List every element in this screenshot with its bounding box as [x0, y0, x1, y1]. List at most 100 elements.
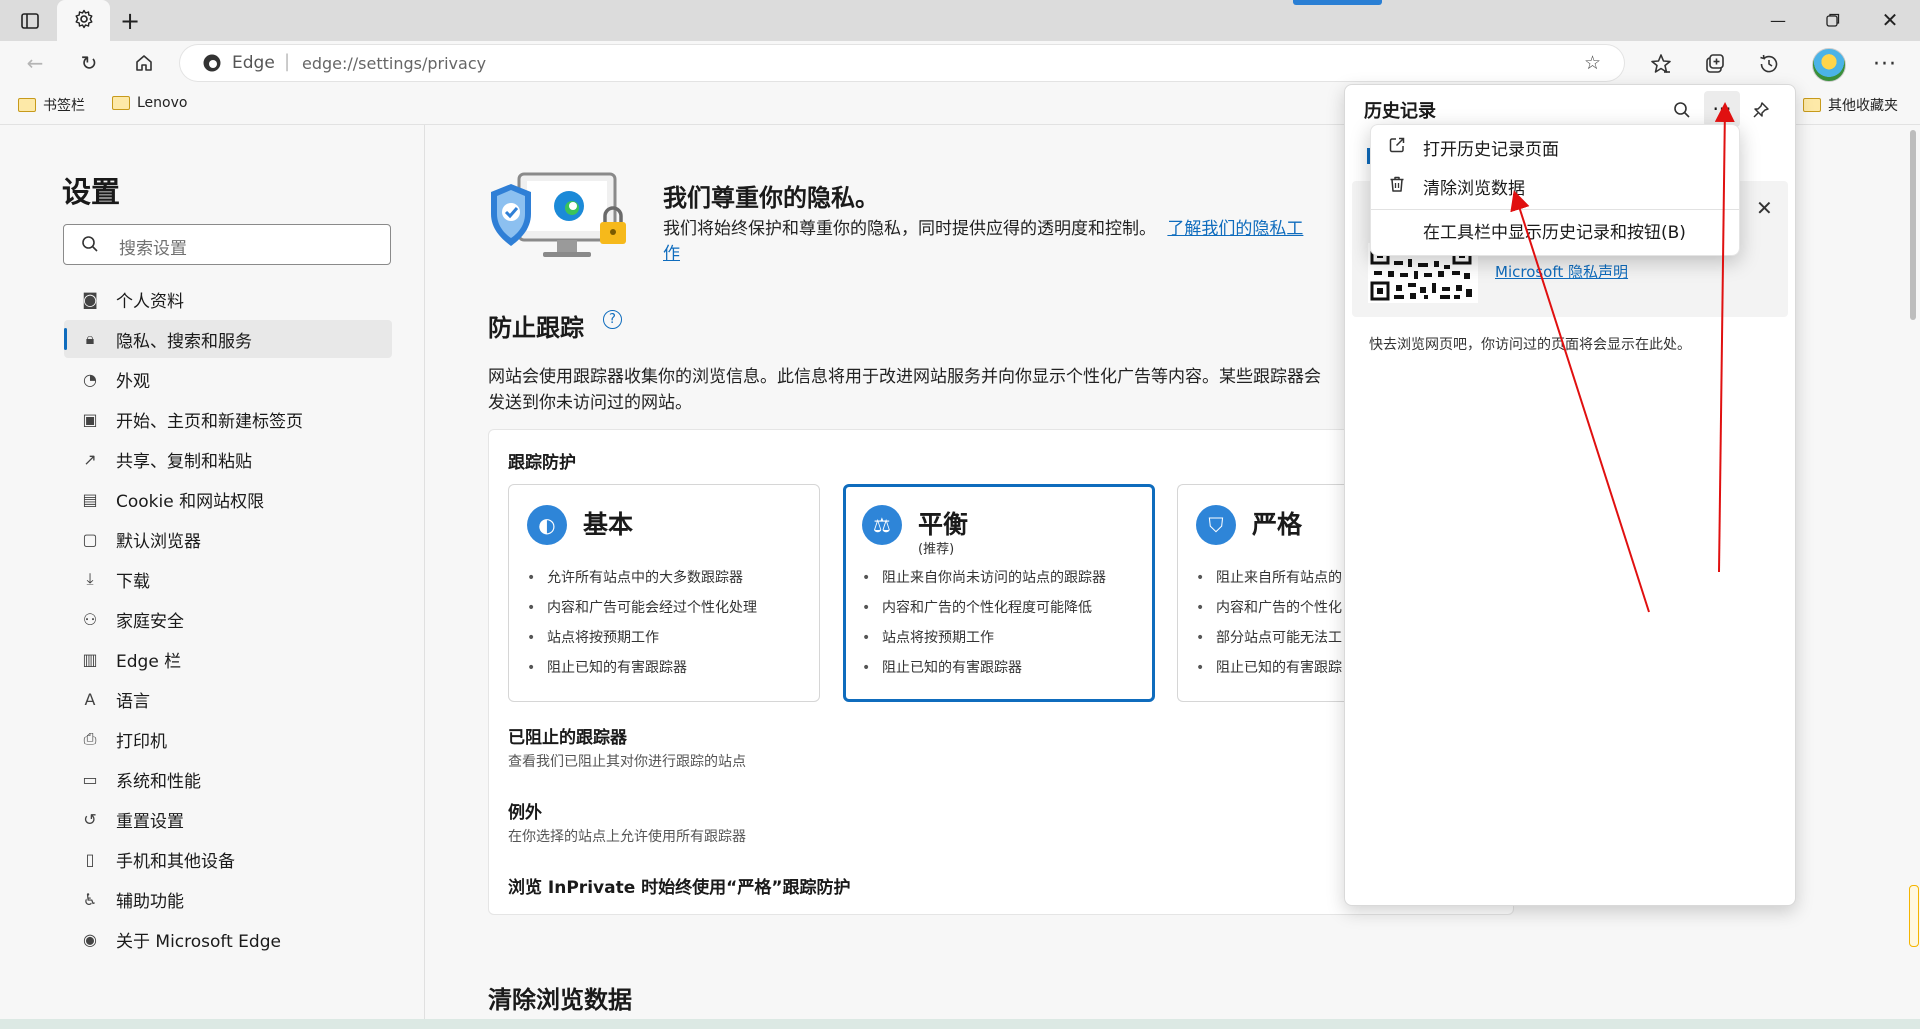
favorites-icon[interactable]	[1643, 46, 1679, 82]
new-tab-icon[interactable]: +	[114, 6, 146, 36]
gear-icon	[74, 9, 94, 33]
privacy-description: 我们将始终保护和尊重你的隐私，同时提供应得的透明度和控制。 了解我们的隐私工	[663, 214, 1303, 239]
sidebar-item-system[interactable]: ▭ 系统和性能	[64, 760, 392, 798]
sidebar-item-reset[interactable]: ↺ 重置设置	[64, 800, 392, 838]
sidebar-item-label: Edge 栏	[116, 651, 182, 672]
sidebar-item-label: 辅助功能	[116, 891, 184, 912]
sidebar-item-start-home[interactable]: ▣ 开始、主页和新建标签页	[64, 400, 392, 438]
sidebar-item-label: 重置设置	[116, 811, 184, 832]
phone-icon: ▯	[85, 849, 95, 869]
sidebar-item-share[interactable]: ↗ 共享、复制和粘贴	[64, 440, 392, 478]
basic-mode-icon: ◐	[527, 505, 567, 545]
mode-bullet: 内容和广告可能会经过个性化处理	[527, 593, 757, 623]
bookmark-other-favorites[interactable]: 其他收藏夹	[1803, 95, 1898, 115]
sidebar-item-label: 个人资料	[116, 291, 184, 312]
menu-open-history-page[interactable]: 打开历史记录页面	[1371, 128, 1739, 166]
edge-logo-icon: ◉	[83, 929, 97, 949]
profile-icon: ◙	[82, 289, 98, 309]
tracking-desc-line1: 网站会使用跟踪器收集你的浏览信息。此信息将用于改进网站服务并向你显示个性化广告等…	[488, 367, 1321, 387]
home-icon[interactable]	[126, 45, 162, 81]
address-url[interactable]: edge://settings/privacy	[302, 54, 486, 73]
sidebar-item-printers[interactable]: ⎙ 打印机	[64, 720, 392, 758]
language-icon: A	[84, 689, 96, 709]
privacy-desc-text: 我们将始终保护和尊重你的隐私，同时提供应得的透明度和控制。	[663, 219, 1156, 239]
restore-icon[interactable]	[1810, 4, 1856, 36]
bookmark-folder-bookmarks[interactable]: 书签栏	[18, 95, 85, 115]
sidebar-item-about[interactable]: ◉ 关于 Microsoft Edge	[64, 920, 392, 958]
blocked-trackers-title[interactable]: 已阻止的跟踪器	[508, 723, 627, 748]
avatar[interactable]	[1812, 48, 1846, 82]
tracking-mode-basic[interactable]: ◐ 基本 允许所有站点中的大多数跟踪器 内容和广告可能会经过个性化处理 站点将按…	[508, 484, 820, 702]
blocked-trackers-desc: 查看我们已阻止其对你进行跟踪的站点	[508, 754, 746, 770]
accessibility-icon: ♿︎	[82, 889, 98, 909]
sidebar-item-appearance[interactable]: ◔ 外观	[64, 360, 392, 398]
history-empty-text: 快去浏览网页吧，你访问过的页面将会显示在此处。	[1369, 337, 1691, 353]
privacy-statement-link[interactable]: Microsoft 隐私声明	[1495, 261, 1628, 282]
sidebar-item-label: 系统和性能	[116, 771, 201, 792]
menu-show-history-button[interactable]: 在工具栏中显示历史记录和按钮(B)	[1371, 211, 1739, 249]
address-bar[interactable]: Edge | edge://settings/privacy ☆	[180, 45, 1624, 81]
side-widget[interactable]	[1909, 885, 1919, 947]
sidebar-item-phone[interactable]: ▯ 手机和其他设备	[64, 840, 392, 878]
sidebar-item-cookies[interactable]: ▤ Cookie 和网站权限	[64, 480, 392, 518]
sidebar-item-languages[interactable]: A 语言	[64, 680, 392, 718]
collections-icon[interactable]	[1697, 46, 1733, 82]
settings-title: 设置	[62, 175, 121, 209]
history-search-icon[interactable]	[1666, 94, 1698, 126]
sidebar-item-accessibility[interactable]: ♿︎ 辅助功能	[64, 880, 392, 918]
shield-icon: ⛉	[1196, 505, 1236, 545]
tab-settings[interactable]	[57, 0, 110, 41]
folder-icon	[18, 98, 36, 112]
mode-title: 平衡	[918, 510, 969, 539]
tracking-heading: 防止跟踪	[488, 314, 584, 342]
tracking-mode-strict[interactable]: ⛉ 严格 阻止来自所有站点的 内容和广告的个性化 部分站点可能无法工 阻止已知的…	[1177, 484, 1347, 702]
sidebar-item-family[interactable]: ⚇ 家庭安全	[64, 600, 392, 638]
help-icon[interactable]: ?	[603, 310, 622, 329]
edge-bar-icon: ▥	[82, 649, 98, 669]
history-title: 历史记录	[1364, 101, 1436, 122]
history-more-menu: 打开历史记录页面 清除浏览数据 在工具栏中显示历史记录和按钮(B)	[1370, 124, 1740, 256]
folder-icon	[112, 96, 130, 110]
mode-bullet: 允许所有站点中的大多数跟踪器	[527, 563, 757, 593]
sidebar-item-default-browser[interactable]: ▢ 默认浏览器	[64, 520, 392, 558]
sidebar-item-label: 外观	[116, 371, 150, 392]
menu-divider	[1371, 209, 1739, 210]
sidebar-item-profile[interactable]: ◙ 个人资料	[64, 280, 392, 318]
more-options-icon[interactable]: ···	[1867, 46, 1903, 82]
tab-actions-icon[interactable]	[14, 6, 46, 36]
sidebar-item-label: Cookie 和网站权限	[116, 491, 265, 512]
privacy-learn-more-link-cont[interactable]: 作	[663, 239, 680, 264]
back-icon[interactable]: ←	[17, 45, 53, 81]
address-separator: |	[284, 51, 291, 72]
minimize-icon[interactable]: —	[1755, 4, 1801, 36]
reset-icon: ↺	[83, 809, 97, 829]
sidebar-item-label: 隐私、搜索和服务	[116, 331, 252, 352]
mode-title: 严格	[1252, 510, 1303, 539]
add-favorite-icon[interactable]: ☆	[1584, 52, 1601, 74]
menu-clear-browsing-data[interactable]: 清除浏览数据	[1371, 167, 1739, 205]
sidebar-item-downloads[interactable]: ⤓ 下载	[64, 560, 392, 598]
refresh-icon[interactable]: ↻	[71, 45, 107, 81]
edge-logo-icon	[202, 53, 222, 77]
mode-bullet: 站点将按预期工作	[862, 623, 1106, 653]
mode-bullets: 阻止来自你尚未访问的站点的跟踪器 内容和广告的个性化程度可能降低 站点将按预期工…	[862, 563, 1106, 683]
history-icon[interactable]	[1751, 46, 1787, 82]
sidebar-item-privacy[interactable]: 🔒︎ 隐私、搜索和服务	[64, 320, 392, 358]
mode-bullet: 阻止已知的有害跟踪器	[862, 653, 1106, 683]
sidebar-item-edge-bar[interactable]: ▥ Edge 栏	[64, 640, 392, 678]
exceptions-title[interactable]: 例外	[508, 798, 542, 823]
privacy-learn-more-link[interactable]: 了解我们的隐私工	[1167, 219, 1303, 239]
tracking-mode-balanced[interactable]: ⚖ 平衡 (推荐) 阻止来自你尚未访问的站点的跟踪器 内容和广告的个性化程度可能…	[843, 484, 1155, 702]
close-icon[interactable]: ✕	[1756, 196, 1773, 220]
search-settings-input[interactable]: 搜索设置	[63, 224, 391, 265]
close-window-icon[interactable]: ✕	[1867, 4, 1913, 36]
history-more-icon[interactable]: ···	[1704, 91, 1740, 127]
pin-icon[interactable]	[1745, 94, 1777, 126]
sidebar-item-label: 下载	[116, 571, 150, 592]
page-scrollbar-thumb[interactable]	[1910, 130, 1916, 320]
mode-bullet: 站点将按预期工作	[527, 623, 757, 653]
sidebar-item-label: 共享、复制和粘贴	[116, 451, 252, 472]
download-icon: ⤓	[86, 569, 94, 588]
printer-icon: ⎙	[83, 729, 97, 748]
bookmark-folder-lenovo[interactable]: Lenovo	[112, 95, 187, 111]
